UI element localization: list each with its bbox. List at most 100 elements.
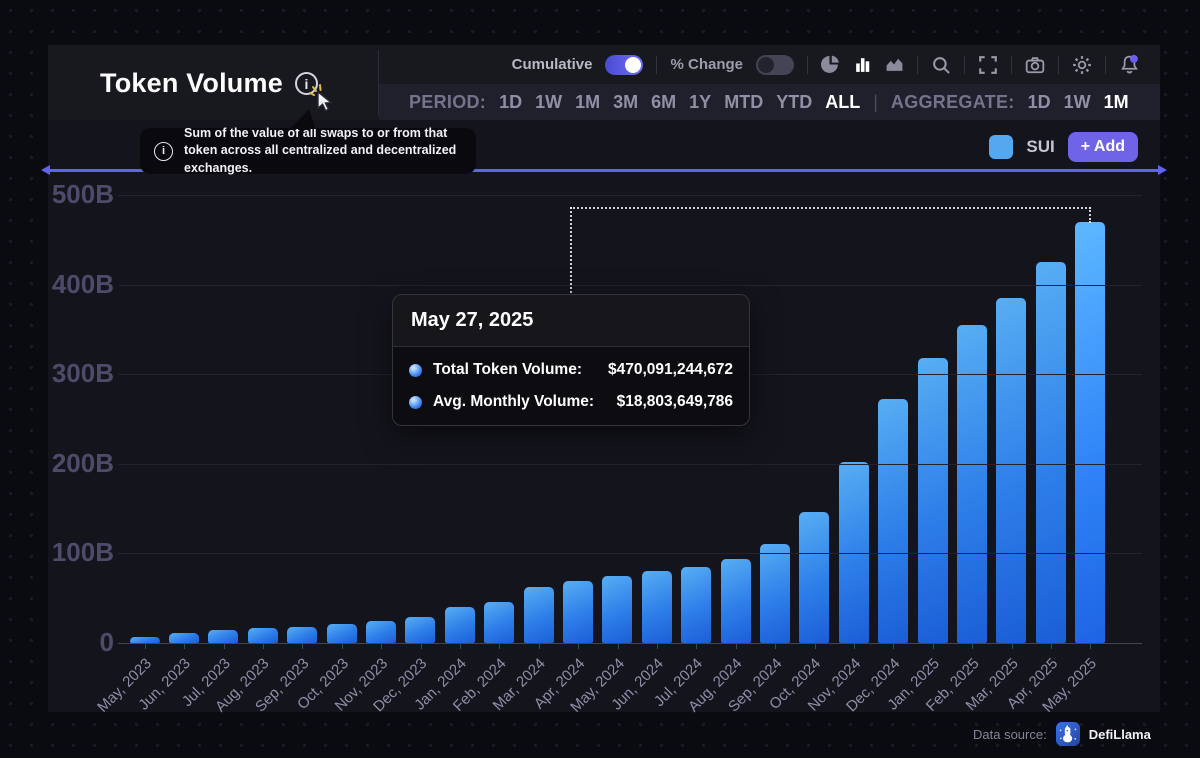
bar-jun-2023[interactable] xyxy=(169,633,199,643)
bar-jan-2025[interactable] xyxy=(918,358,948,643)
toggle-knob xyxy=(758,57,774,73)
tooltip-row-value: $18,803,649,786 xyxy=(617,393,733,411)
bar-feb-2025[interactable] xyxy=(957,325,987,643)
period-option-3m[interactable]: 3M xyxy=(613,92,638,113)
search-icon[interactable] xyxy=(931,55,951,75)
slider-right-handle[interactable] xyxy=(1158,165,1167,175)
pct-change-label: % Change xyxy=(670,56,743,73)
bar-slot xyxy=(283,195,322,643)
add-token-button[interactable]: + Add xyxy=(1068,132,1138,162)
gridline-400B xyxy=(118,285,1142,286)
period-option-1d[interactable]: 1D xyxy=(499,92,522,113)
bar-slot xyxy=(755,195,794,643)
bar-jun-2024[interactable] xyxy=(642,571,672,643)
legend-row: SUI + Add xyxy=(989,132,1138,162)
bar-slot xyxy=(322,195,361,643)
bar-apr-2024[interactable] xyxy=(563,581,593,643)
bar-dec-2023[interactable] xyxy=(405,617,435,643)
data-source-name: DefiLlama xyxy=(1089,727,1151,742)
series-marker-icon xyxy=(409,396,422,409)
period-option-6m[interactable]: 6M xyxy=(651,92,676,113)
bar-jul-2023[interactable] xyxy=(208,630,238,643)
bar-chart-icon[interactable] xyxy=(853,55,872,74)
period-option-ytd[interactable]: YTD xyxy=(776,92,812,113)
bar-feb-2024[interactable] xyxy=(484,602,514,643)
fullscreen-icon[interactable] xyxy=(978,55,998,75)
bar-mar-2025[interactable] xyxy=(996,298,1026,643)
gridline-100B xyxy=(118,553,1142,554)
bar-may-2024[interactable] xyxy=(602,576,632,643)
bar-sep-2024[interactable] xyxy=(760,544,790,643)
bar-oct-2023[interactable] xyxy=(327,624,357,643)
bar-slot xyxy=(204,195,243,643)
x-axis-labels: May, 2023Jun, 2023Jul, 2023Aug, 2023Sep,… xyxy=(125,649,1110,709)
footer: Data source: DefiLlama xyxy=(973,722,1151,746)
slider-left-handle[interactable] xyxy=(41,165,50,175)
pie-chart-icon[interactable] xyxy=(821,55,840,74)
bar-sep-2023[interactable] xyxy=(287,627,317,643)
tooltip-row-label: Total Token Volume: xyxy=(433,361,582,379)
bar-slot xyxy=(992,195,1031,643)
divider xyxy=(1011,56,1012,74)
bar-oct-2024[interactable] xyxy=(799,512,829,643)
period-options: 1D 1W 1M 3M 6M 1Y MTD YTD ALL xyxy=(499,92,860,113)
settings-gear-icon[interactable] xyxy=(1072,55,1092,75)
bar-apr-2025[interactable] xyxy=(1036,262,1066,643)
period-option-all[interactable]: ALL xyxy=(825,92,860,113)
bar-mar-2024[interactable] xyxy=(524,587,554,643)
crosshair-vertical-right xyxy=(1089,207,1091,223)
bar-dec-2024[interactable] xyxy=(878,399,908,643)
period-option-mtd[interactable]: MTD xyxy=(724,92,763,113)
notifications-bell-icon[interactable] xyxy=(1119,54,1140,75)
info-icon-small: i xyxy=(154,142,173,161)
info-tooltip-text: Sum of the value of all swaps to or from… xyxy=(184,125,462,178)
controls-row: Cumulative % Change xyxy=(379,45,1160,84)
tooltip-date: May 27, 2025 xyxy=(393,295,749,347)
period-option-1w[interactable]: 1W xyxy=(535,92,562,113)
crosshair-vertical-left xyxy=(570,207,572,293)
cumulative-label: Cumulative xyxy=(512,56,593,73)
divider xyxy=(964,56,965,74)
aggregate-options: 1D 1W 1M xyxy=(1028,92,1129,113)
divider xyxy=(1058,56,1059,74)
series-marker-icon xyxy=(409,364,422,377)
aggregate-option-1d[interactable]: 1D xyxy=(1028,92,1051,113)
period-option-1m[interactable]: 1M xyxy=(575,92,600,113)
bar-jul-2024[interactable] xyxy=(681,567,711,643)
info-tooltip: i Sum of the value of all swaps to or fr… xyxy=(140,128,476,174)
bar-slot xyxy=(125,195,164,643)
camera-icon[interactable] xyxy=(1025,55,1045,75)
x-axis-line xyxy=(118,643,1142,644)
legend-swatch-sui[interactable] xyxy=(989,135,1013,159)
header: Token Volume i Cumulative % Change xyxy=(48,45,1160,120)
aggregate-option-1w[interactable]: 1W xyxy=(1064,92,1091,113)
cumulative-toggle[interactable] xyxy=(605,55,643,75)
tooltip-body: Total Token Volume:$470,091,244,672Avg. … xyxy=(393,347,749,425)
bar-aug-2023[interactable] xyxy=(248,628,278,643)
mouse-cursor xyxy=(306,83,340,122)
y-axis-tick-400B: 400B xyxy=(48,269,114,300)
divider xyxy=(807,56,808,74)
tooltip-row-label: Avg. Monthly Volume: xyxy=(433,393,594,411)
divider: | xyxy=(873,92,878,113)
aggregate-option-1m[interactable]: 1M xyxy=(1104,92,1129,113)
defillama-logo-icon[interactable] xyxy=(1056,722,1080,746)
bar-slot xyxy=(873,195,912,643)
bar-aug-2024[interactable] xyxy=(721,559,751,643)
period-option-1y[interactable]: 1Y xyxy=(689,92,711,113)
pct-change-toggle[interactable] xyxy=(756,55,794,75)
area-chart-icon[interactable] xyxy=(885,55,904,74)
data-source-label: Data source: xyxy=(973,727,1047,742)
legend-token-label: SUI xyxy=(1026,137,1054,157)
bar-slot xyxy=(1070,195,1109,643)
tooltip-row: Avg. Monthly Volume: $18,803,649,786 xyxy=(409,393,733,411)
aggregate-label: AGGREGATE: xyxy=(891,92,1015,113)
toggle-knob xyxy=(625,57,641,73)
divider xyxy=(917,56,918,74)
period-label: PERIOD: xyxy=(409,92,486,113)
divider xyxy=(656,56,657,74)
bar-nov-2023[interactable] xyxy=(366,621,396,643)
bar-slot xyxy=(952,195,991,643)
bar-jan-2024[interactable] xyxy=(445,607,475,643)
divider xyxy=(1105,56,1106,74)
